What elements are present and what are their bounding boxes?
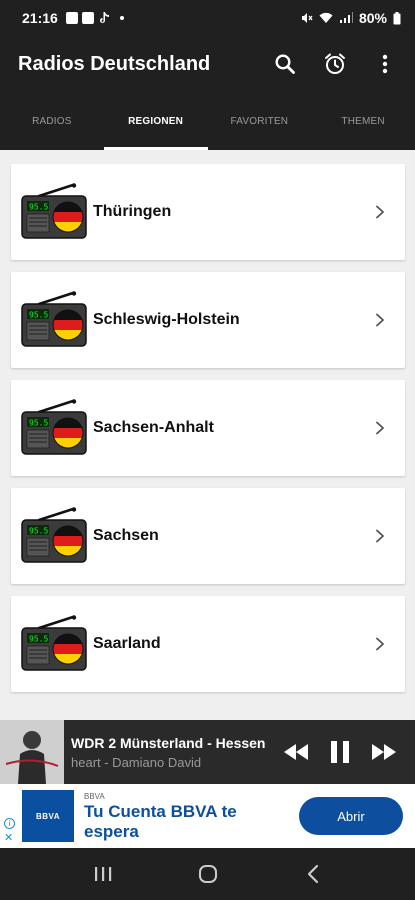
app-title: Radios Deutschland (18, 52, 211, 75)
app-toolbar: Radios Deutschland (0, 36, 415, 92)
back-icon (307, 864, 318, 884)
chevron-right-icon (376, 421, 384, 435)
frequency-display: 95.5 (29, 527, 48, 536)
region-list: 95.5 Thüringen 95.5 Schleswig-Holstein 9… (0, 150, 415, 720)
pause-button[interactable] (325, 737, 355, 767)
ad-text: BBVA Tu Cuenta BBVA te espera (84, 792, 237, 841)
region-label: Sachsen-Anhalt (93, 419, 214, 436)
status-bar: 21:16 80% (0, 0, 415, 36)
ad-headline-line1: Tu Cuenta BBVA te (84, 801, 237, 821)
rewind-button[interactable] (281, 737, 311, 767)
tiktok-notification-icon (99, 11, 109, 23)
rewind-icon (284, 744, 308, 760)
chevron-right-icon (376, 529, 384, 543)
radio-germany-flag-icon: 95.5 (21, 399, 87, 455)
album-art (0, 720, 64, 784)
status-time: 21:16 (22, 10, 58, 26)
home-icon (198, 865, 217, 883)
system-nav-bar (0, 848, 415, 900)
alarm-icon (325, 53, 345, 74)
ad-info-icon[interactable]: i (4, 818, 15, 829)
home-button[interactable] (188, 854, 228, 894)
wifi-icon (319, 12, 333, 23)
chevron-right-icon (376, 637, 384, 651)
chevron-right-icon (376, 205, 384, 219)
pause-icon (331, 741, 349, 763)
more-options-button[interactable] (369, 48, 401, 80)
status-right: 80% (301, 10, 401, 26)
battery-icon (393, 11, 401, 24)
fast-forward-icon (372, 744, 396, 760)
more-notifications-dot (119, 16, 124, 20)
radio-germany-flag-icon: 95.5 (21, 507, 87, 563)
tab-themen[interactable]: THEMEN (311, 92, 415, 150)
tab-radios[interactable]: RADIOS (0, 92, 104, 150)
tab-regionen[interactable]: REGIONEN (103, 92, 208, 150)
toolbar-actions (269, 48, 415, 80)
radio-germany-flag-icon: 95.5 (21, 615, 87, 671)
player-controls (281, 737, 415, 767)
album-art-image (0, 720, 64, 784)
region-label: Saarland (93, 635, 161, 652)
recent-apps-icon (94, 867, 111, 881)
search-button[interactable] (269, 48, 301, 80)
app-notification-icon (81, 12, 94, 24)
track-title: heart - Damiano David (71, 754, 202, 770)
region-item-sachsen[interactable]: 95.5 Sachsen (11, 488, 405, 584)
mini-player[interactable]: WDR 2 Münsterland - Hessen heart - Damia… (0, 720, 415, 784)
now-playing-info: WDR 2 Münsterland - Hessen heart - Damia… (71, 735, 281, 770)
radio-germany-flag-icon: 95.5 (21, 291, 87, 347)
ad-banner[interactable]: i ✕ BBVA BBVA Tu Cuenta BBVA te espera A… (0, 784, 415, 848)
region-label: Thüringen (93, 203, 172, 220)
region-label: Sachsen (93, 527, 159, 544)
signal-icon (339, 12, 353, 23)
gallery-notification-icon (65, 12, 78, 24)
radio-germany-flag-icon: 95.5 (21, 183, 87, 239)
status-notification-icons (65, 11, 124, 25)
frequency-display: 95.5 (29, 203, 48, 212)
station-name: WDR 2 Münsterland - Hessen (71, 734, 266, 751)
app-root: 21:16 80% Radios Deutschland RADIOS REGI… (0, 0, 415, 900)
search-icon (275, 54, 295, 74)
region-item-sachsen-anhalt[interactable]: 95.5 Sachsen-Anhalt (11, 380, 405, 476)
chevron-right-icon (376, 313, 384, 327)
back-button[interactable] (293, 854, 333, 894)
fast-forward-button[interactable] (369, 737, 399, 767)
ad-open-button[interactable]: Abrir (299, 797, 403, 835)
more-vert-icon (382, 54, 388, 74)
ad-logo: BBVA (22, 790, 74, 842)
ad-brand: BBVA (84, 791, 105, 801)
ad-close-icon[interactable]: ✕ (4, 833, 13, 844)
region-label: Schleswig-Holstein (93, 311, 240, 328)
region-item-saarland[interactable]: 95.5 Saarland (11, 596, 405, 692)
tab-favoriten[interactable]: FAVORITEN (208, 92, 312, 150)
ad-headline-line2: espera (84, 821, 139, 841)
recent-apps-button[interactable] (83, 854, 123, 894)
frequency-display: 95.5 (29, 419, 48, 428)
frequency-display: 95.5 (29, 635, 48, 644)
mute-icon (301, 13, 313, 23)
frequency-display: 95.5 (29, 311, 48, 320)
region-item-thuringen[interactable]: 95.5 Thüringen (11, 164, 405, 260)
alarm-button[interactable] (319, 48, 351, 80)
tab-bar: RADIOS REGIONEN FAVORITEN THEMEN (0, 92, 415, 150)
battery-percent: 80% (358, 10, 387, 26)
region-item-schleswig-holstein[interactable]: 95.5 Schleswig-Holstein (11, 272, 405, 368)
